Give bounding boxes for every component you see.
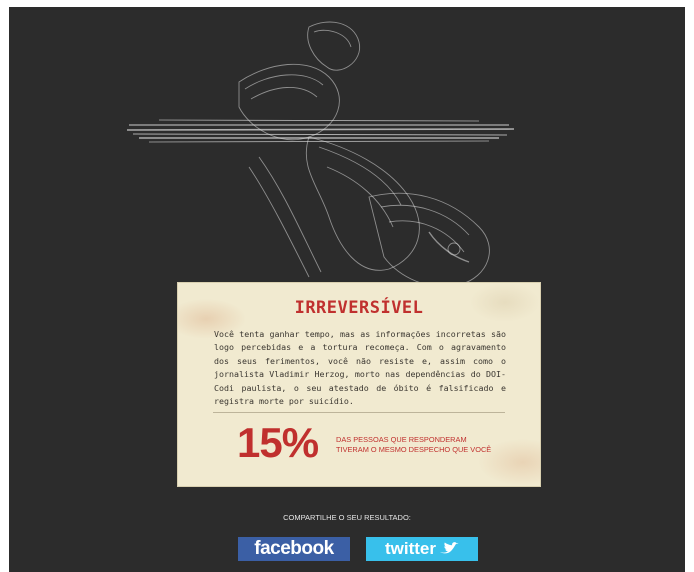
bound-figure <box>238 21 490 288</box>
twitter-share-button[interactable]: twitter <box>366 537 478 561</box>
facebook-share-button[interactable]: facebook <box>238 537 350 561</box>
result-percentage-caption: DAS PESSOAS QUE RESPONDERAM TIVERAM O ME… <box>336 435 516 455</box>
bird-icon <box>440 541 459 553</box>
page-stage: IRREVERSÍVEL Você tenta ganhar tempo, ma… <box>9 7 685 572</box>
speed-lines <box>126 119 515 143</box>
divider <box>213 412 505 413</box>
twitter-label: twitter <box>385 539 436 558</box>
caption-line-2: TIVERAM O MESMO DESPECHO QUE VOCÊ <box>336 445 492 454</box>
result-title: IRREVERSÍVEL <box>294 298 424 318</box>
result-percentage: 15% <box>237 419 319 466</box>
share-label: COMPARTILHE O SEU RESULTADO: <box>283 513 411 522</box>
result-card: IRREVERSÍVEL Você tenta ganhar tempo, ma… <box>177 282 541 487</box>
result-description: Você tenta ganhar tempo, mas as informaç… <box>214 329 506 407</box>
torture-illustration <box>126 21 515 288</box>
caption-line-1: DAS PESSOAS QUE RESPONDERAM <box>336 435 467 444</box>
facebook-label: facebook <box>254 538 334 559</box>
